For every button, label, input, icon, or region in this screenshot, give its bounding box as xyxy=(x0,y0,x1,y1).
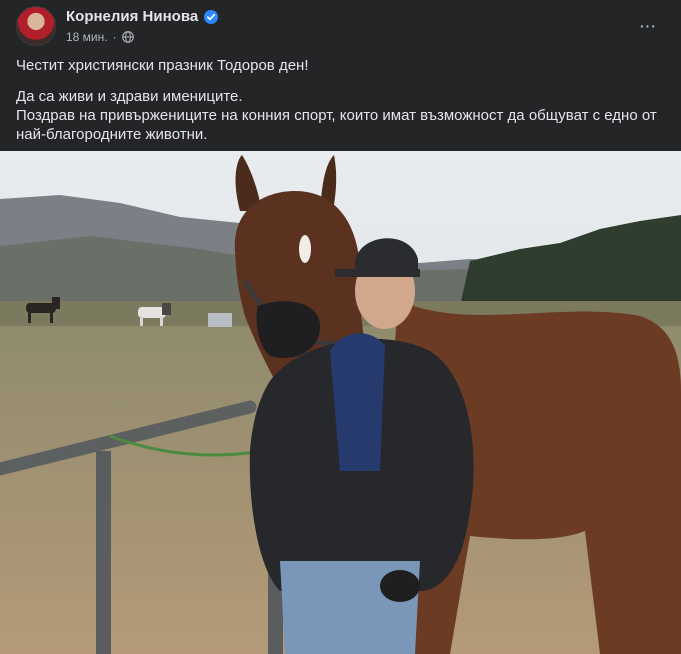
post-text-line: Честит християнски празник Тодоров ден! xyxy=(16,57,309,74)
post-options-button[interactable]: ··· xyxy=(633,12,661,40)
post-text-line: Поздрав на привържениците на конния спор… xyxy=(16,107,657,143)
photo-illustration xyxy=(0,151,681,654)
more-horizontal-icon: ··· xyxy=(638,15,657,37)
post-timestamp[interactable]: 18 мин. xyxy=(66,30,108,44)
verified-badge-icon xyxy=(204,9,219,24)
post-text-line: Да са живи и здрави имениците. xyxy=(16,88,243,105)
post-photo[interactable] xyxy=(0,151,681,654)
post-text: Честит християнски празник Тодоров ден! … xyxy=(16,56,666,144)
author-line: Корнелия Нинова xyxy=(66,8,219,25)
author-avatar[interactable] xyxy=(16,6,56,46)
post-meta: 18 мин. · xyxy=(66,30,134,44)
post-header: Корнелия Нинова 18 мин. · ··· xyxy=(0,0,681,52)
globe-icon[interactable] xyxy=(121,31,134,43)
meta-separator: · xyxy=(112,30,117,44)
facebook-post: Корнелия Нинова 18 мин. · ··· Честит хри… xyxy=(0,0,681,654)
author-name[interactable]: Корнелия Нинова xyxy=(66,8,198,25)
